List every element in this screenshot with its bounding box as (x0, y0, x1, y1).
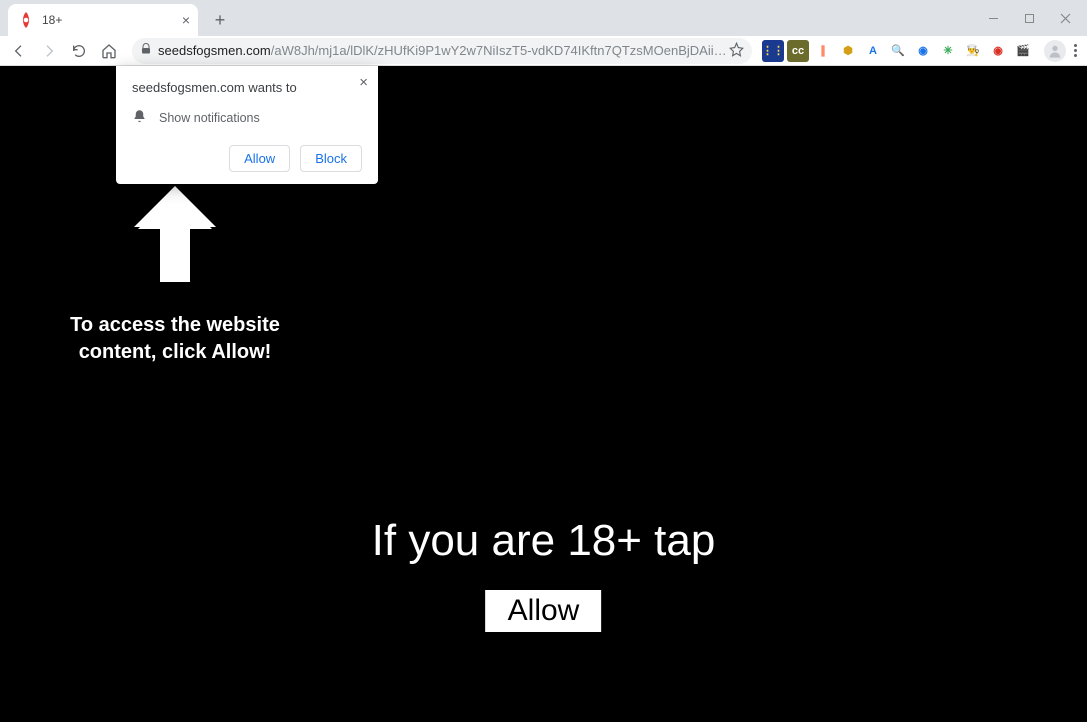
ext-swirl-icon[interactable]: ◉ (912, 40, 934, 62)
browser-menu-button[interactable] (1070, 40, 1081, 61)
ext-hex-icon[interactable]: ⬢ (837, 40, 859, 62)
window-maximize-button[interactable] (1011, 4, 1047, 32)
window-close-button[interactable] (1047, 4, 1083, 32)
window-controls (975, 0, 1083, 36)
address-path: /aW8Jh/mj1a/lDlK/zHUfKi9P1wY2w7NiIszT5-v… (271, 43, 729, 58)
ext-green-icon[interactable]: ✳ (937, 40, 959, 62)
home-button[interactable] (96, 38, 122, 64)
browser-titlebar: 18+ × + (0, 0, 1087, 36)
browser-toolbar: seedsfogsmen.com /aW8Jh/mj1a/lDlK/zHUfKi… (0, 36, 1087, 66)
extension-icons: ⋮⋮cc∥⬢A🔍◉✳👨‍🍳◉🎬 (762, 40, 1034, 62)
reload-button[interactable] (66, 38, 92, 64)
prompt-domain-line: seedsfogsmen.com wants to (132, 80, 362, 95)
browser-tab[interactable]: 18+ × (8, 4, 198, 36)
bookmark-star-icon[interactable] (729, 42, 744, 60)
tab-title: 18+ (42, 13, 62, 27)
prompt-close-button[interactable]: × (359, 74, 368, 91)
ext-a-icon[interactable]: A (862, 40, 884, 62)
instruction-block: To access the website content, click All… (40, 184, 310, 366)
ext-chef-icon[interactable]: 👨‍🍳 (962, 40, 984, 62)
instruction-text: To access the website content, click All… (40, 312, 310, 366)
age-gate-block: If you are 18+ tap Allow (372, 516, 716, 632)
tab-favicon-icon (18, 12, 34, 28)
bell-icon (132, 109, 147, 127)
lock-icon (140, 43, 152, 58)
arrow-up-icon (40, 184, 310, 284)
notification-permission-prompt: × seedsfogsmen.com wants to Show notific… (116, 66, 378, 184)
prompt-allow-button[interactable]: Allow (229, 145, 290, 172)
address-bar[interactable]: seedsfogsmen.com /aW8Jh/mj1a/lDlK/zHUfKi… (132, 38, 752, 64)
forward-button[interactable] (36, 38, 62, 64)
address-domain: seedsfogsmen.com (158, 43, 271, 58)
age-gate-heading: If you are 18+ tap (372, 516, 716, 566)
prompt-block-button[interactable]: Block (300, 145, 362, 172)
back-button[interactable] (6, 38, 32, 64)
page-allow-button[interactable]: Allow (486, 590, 602, 632)
prompt-request-text: Show notifications (159, 111, 260, 125)
ext-eu-icon[interactable]: ⋮⋮ (762, 40, 784, 62)
window-minimize-button[interactable] (975, 4, 1011, 32)
tab-close-button[interactable]: × (182, 12, 190, 28)
ext-cc-icon[interactable]: cc (787, 40, 809, 62)
ext-mag-icon[interactable]: 🔍 (887, 40, 909, 62)
ext-film-icon[interactable]: 🎬 (1012, 40, 1034, 62)
profile-avatar[interactable] (1044, 40, 1066, 62)
new-tab-button[interactable]: + (206, 6, 234, 34)
ext-red-icon[interactable]: ◉ (987, 40, 1009, 62)
ext-bars-icon[interactable]: ∥ (812, 40, 834, 62)
